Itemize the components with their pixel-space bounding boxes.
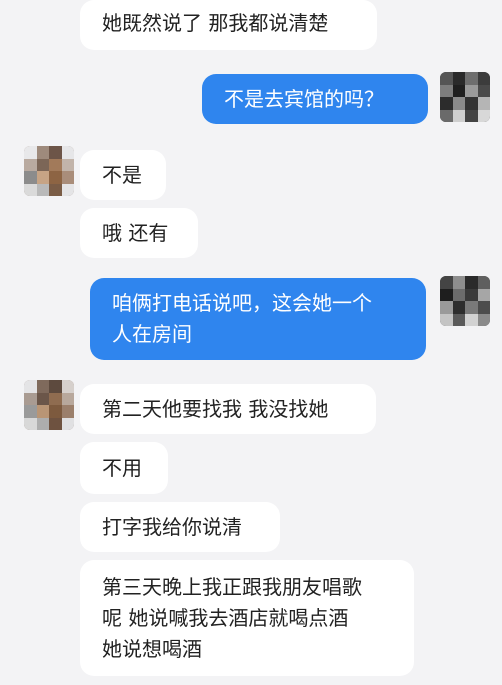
chat-conversation: 她既然说了 那我都说清楚 不是去宾馆的吗？ 不是 哦 还有 咱俩打电话说吧，这会… <box>0 0 502 685</box>
message-bubble-incoming[interactable]: 第三天晚上我正跟我朋友唱歌 呢 她说喊我去酒店就喝点酒 她说想喝酒 <box>80 560 414 676</box>
message-bubble-incoming[interactable]: 不用 <box>80 442 168 494</box>
message-bubble-incoming[interactable]: 打字我给你说清 <box>80 502 280 552</box>
my-avatar[interactable] <box>440 276 490 326</box>
message-bubble-outgoing[interactable]: 不是去宾馆的吗？ <box>202 74 428 124</box>
message-bubble-outgoing[interactable]: 咱俩打电话说吧，这会她一个 人在房间 <box>90 278 426 360</box>
message-bubble-incoming[interactable]: 哦 还有 <box>80 208 198 258</box>
message-bubble-incoming[interactable]: 她既然说了 那我都说清楚 <box>80 0 377 50</box>
message-bubble-incoming[interactable]: 不是 <box>80 150 166 200</box>
contact-avatar[interactable] <box>24 380 74 430</box>
my-avatar[interactable] <box>440 72 490 122</box>
message-bubble-incoming[interactable]: 第二天他要找我 我没找她 <box>80 384 376 434</box>
contact-avatar[interactable] <box>24 146 74 196</box>
